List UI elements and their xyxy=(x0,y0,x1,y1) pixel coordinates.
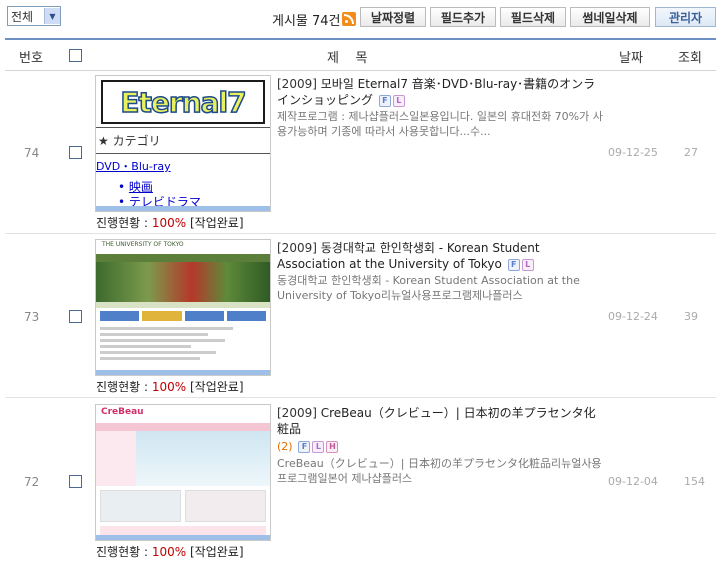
thumb-item: • 映画 xyxy=(118,180,153,194)
admin-button[interactable]: 관리자 xyxy=(655,7,716,27)
toolbar: 전체 ▼ 게시물 74건 날짜정렬 필드추가 필드삭제 썸네일삭제 관리자 xyxy=(0,0,721,38)
table-row: 72 CreBeau 진행현황 : 100% [작업완료] [2009] Cre… xyxy=(5,399,716,562)
post-title[interactable]: [2009] 모바일 Eternal7 音楽･DVD･Blu-ray･書籍のオン… xyxy=(277,76,607,139)
thumb-logo: THE UNIVERSITY OF TOKYO xyxy=(96,240,270,254)
select-all-checkbox[interactable] xyxy=(69,49,82,62)
post-views: 154 xyxy=(684,475,705,488)
row-number: 72 xyxy=(24,475,40,489)
rss-icon[interactable] xyxy=(342,12,356,26)
link-badge-icon: L xyxy=(521,258,534,271)
post-views: 27 xyxy=(684,146,698,159)
file-badge-icon: F xyxy=(507,258,520,271)
list-header: 번호 제 목 날짜 조회 xyxy=(5,38,716,71)
row-number: 73 xyxy=(24,310,40,324)
post-title-text[interactable]: CreBeau（クレビュー）| 日本初の羊プラセンタ化粧品 xyxy=(277,406,596,436)
progress-status: 진행현황 : 100% [작업완료] xyxy=(96,545,244,559)
col-date: 날짜 xyxy=(619,51,643,66)
file-badge-icon: F xyxy=(378,94,391,107)
post-date: 09-12-25 xyxy=(608,146,658,159)
post-description: CreBeau（クレビュー）| 日本初の羊プラセンタ化粧品리뉴얼사용프로그램일본… xyxy=(277,457,602,485)
post-views: 39 xyxy=(684,310,698,323)
file-badge-icon: F xyxy=(298,440,311,453)
row-number: 74 xyxy=(24,146,40,160)
post-title-text[interactable]: 모바일 Eternal7 音楽･DVD･Blu-ray･書籍のオンラインショッピ… xyxy=(277,77,595,107)
post-date: 09-12-04 xyxy=(608,475,658,488)
progress-status: 진행현황 : 100% [작업완료] xyxy=(96,216,244,230)
sort-date-button[interactable]: 날짜정렬 xyxy=(360,7,426,27)
category-select[interactable]: 전체 ▼ xyxy=(7,6,61,26)
row-checkbox[interactable] xyxy=(69,475,82,488)
link-badge-icon: L xyxy=(312,440,325,453)
col-title: 제 목 xyxy=(327,51,368,66)
post-title-text[interactable]: 동경대학교 한인학생회 - Korean Student Association… xyxy=(277,241,540,271)
thumb-link: DVD・Blu-ray xyxy=(96,153,270,174)
row-checkbox[interactable] xyxy=(69,310,82,323)
post-title[interactable]: [2009] 동경대학교 한인학생회 - Korean Student Asso… xyxy=(277,240,607,303)
row-checkbox[interactable] xyxy=(69,146,82,159)
delete-thumbnail-button[interactable]: 썸네일삭제 xyxy=(570,7,650,27)
delete-field-button[interactable]: 필드삭제 xyxy=(500,7,566,27)
post-title[interactable]: [2009] CreBeau（クレビュー）| 日本初の羊プラセンタ化粧品 (2)… xyxy=(277,405,607,486)
thumbnail-image[interactable]: THE UNIVERSITY OF TOKYO xyxy=(95,239,271,376)
table-row: 73 THE UNIVERSITY OF TOKYO 진행현황 : 100% [… xyxy=(5,234,716,398)
post-count: 게시물 74건 xyxy=(272,14,341,29)
thumbnail-image[interactable]: CreBeau xyxy=(95,404,271,541)
add-field-button[interactable]: 필드추가 xyxy=(430,7,496,27)
col-num: 번호 xyxy=(19,51,43,66)
thumb-logo: CreBeau xyxy=(101,407,144,417)
thumb-category: ★ カテゴリ xyxy=(96,127,270,153)
col-views: 조회 xyxy=(678,51,702,66)
post-description: 제작프로그램 : 제나샵플러스일본용입니다. 일본의 휴대전화 70%가 사용가… xyxy=(277,110,603,138)
progress-status: 진행현황 : 100% [작업완료] xyxy=(96,380,244,394)
hot-badge-icon: H xyxy=(326,440,339,453)
chevron-down-icon[interactable]: ▼ xyxy=(44,8,60,24)
thumbnail-image[interactable]: Eternal7 ★ カテゴリ DVD・Blu-ray • 映画 • テレビドラ… xyxy=(95,75,271,212)
comment-count: (2) xyxy=(277,440,293,453)
category-select-value: 전체 xyxy=(11,9,34,24)
link-badge-icon: L xyxy=(392,94,405,107)
thumb-logo: Eternal7 xyxy=(120,85,248,120)
table-row: 74 Eternal7 ★ カテゴリ DVD・Blu-ray • 映画 • テレ… xyxy=(5,70,716,234)
post-description: 동경대학교 한인학생회 - Korean Student Association… xyxy=(277,274,580,302)
post-date: 09-12-24 xyxy=(608,310,658,323)
